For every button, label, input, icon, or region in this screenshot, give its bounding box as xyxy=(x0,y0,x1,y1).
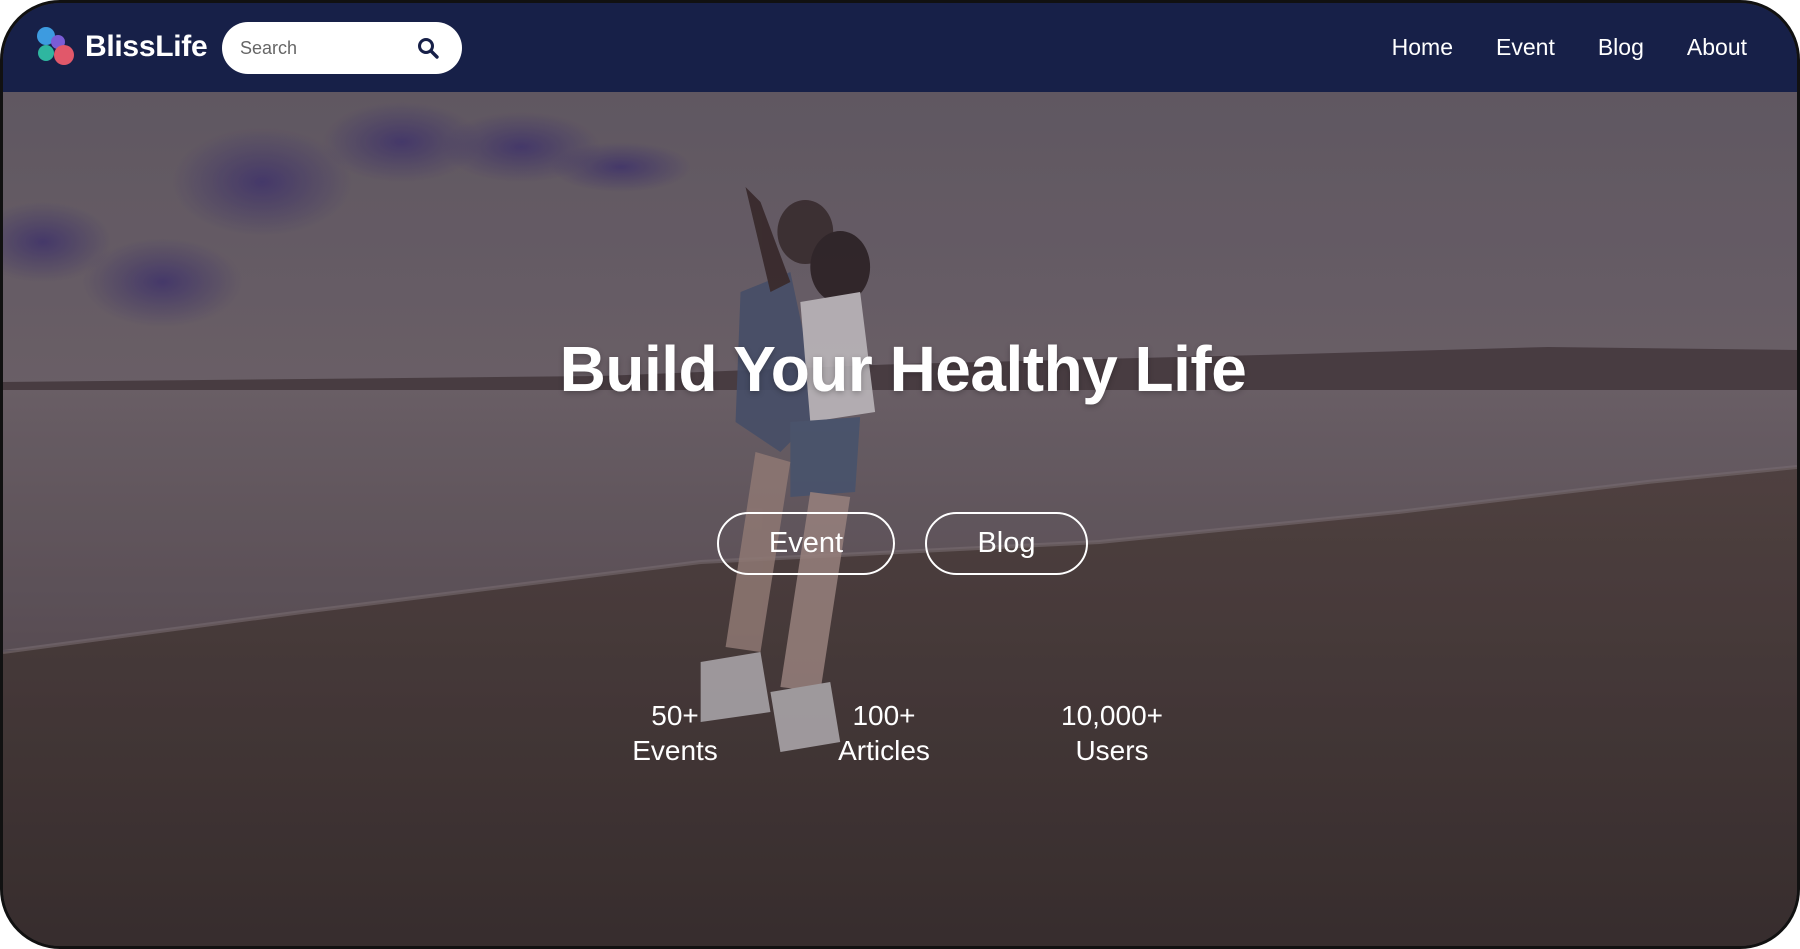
stat-label: Articles xyxy=(838,735,930,766)
event-button[interactable]: Event xyxy=(717,512,895,575)
app-frame: BlissLife Home Event Blog About xyxy=(0,0,1800,949)
nav-link-home[interactable]: Home xyxy=(1392,34,1453,61)
hero-title: Build Your Healthy Life xyxy=(559,333,1247,405)
stat-label: Events xyxy=(632,735,718,766)
nav-link-blog[interactable]: Blog xyxy=(1598,34,1644,61)
stat-value: 50+ xyxy=(651,700,699,731)
nav-links: Home Event Blog About xyxy=(1349,3,1747,92)
brand-name: BlissLife xyxy=(85,30,208,63)
hero-background-image xyxy=(3,92,1797,946)
stat-users: 10,000+ Users xyxy=(1061,698,1163,768)
search-icon[interactable] xyxy=(416,36,440,60)
stat-events: 50+ Events xyxy=(632,698,718,768)
navbar: BlissLife Home Event Blog About xyxy=(3,3,1797,92)
search-input[interactable] xyxy=(238,36,412,60)
blog-button[interactable]: Blog xyxy=(925,512,1088,575)
stat-label: Users xyxy=(1075,735,1149,766)
stat-value: 10,000+ xyxy=(1061,700,1163,731)
logo-icon xyxy=(37,27,74,65)
stat-value: 100+ xyxy=(852,700,916,731)
hero-section: Build Your Healthy Life Event Blog 50+ E… xyxy=(3,92,1797,946)
stat-articles: 100+ Articles xyxy=(838,698,930,768)
nav-link-about[interactable]: About xyxy=(1687,34,1747,61)
brand[interactable]: BlissLife xyxy=(35,23,208,71)
search-bar xyxy=(222,22,462,74)
nav-link-event[interactable]: Event xyxy=(1496,34,1555,61)
